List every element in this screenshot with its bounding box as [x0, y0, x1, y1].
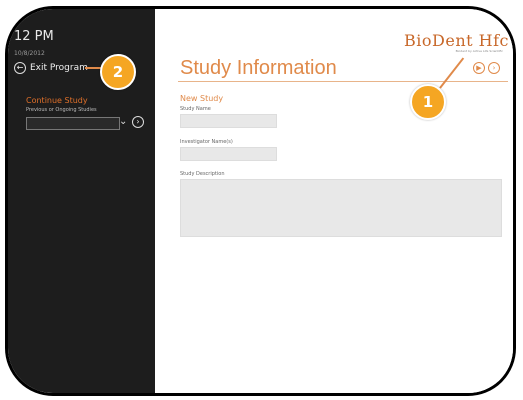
investigators-label: Investigator Name(s) — [180, 139, 233, 145]
clock-time: 12 PM — [14, 29, 54, 44]
study-name-label: Study Name — [180, 106, 211, 112]
study-description-field[interactable] — [180, 179, 502, 237]
continue-study-heading: Continue Study — [26, 96, 88, 105]
screen-frame: 12 PM 10/8/2012 ← Exit Program Continue … — [5, 6, 516, 396]
previous-studies-label: Previous or Ongoing Studies — [26, 107, 97, 113]
biodent-logo: BioDent Hfc — [404, 31, 509, 50]
next-arrow-icon[interactable]: › — [488, 62, 500, 74]
study-name-field[interactable] — [180, 114, 277, 128]
page-title: Study Information — [180, 57, 337, 79]
chevron-down-icon[interactable]: ⌄ — [119, 116, 127, 127]
study-description-label: Study Description — [180, 171, 225, 177]
logo-tagline: Biodent by Active Life Scientific — [455, 49, 503, 53]
exit-program-button[interactable]: ← Exit Program — [14, 62, 88, 74]
investigators-field[interactable] — [180, 147, 277, 161]
back-arrow-icon: ← — [14, 62, 26, 74]
callout-badge-2: 2 — [100, 54, 136, 90]
title-actions: ▶ › — [473, 62, 500, 74]
callout-badge-1: 1 — [410, 84, 446, 120]
exit-program-label: Exit Program — [30, 63, 88, 73]
main-content: BioDent Hfc Biodent by Active Life Scien… — [155, 9, 513, 393]
start-study-icon[interactable]: ▶ — [473, 62, 485, 74]
title-divider — [178, 81, 508, 82]
previous-studies-select[interactable] — [26, 117, 120, 130]
new-study-heading: New Study — [180, 94, 224, 103]
continue-arrow-icon[interactable]: › — [132, 116, 144, 128]
clock-date: 10/8/2012 — [14, 50, 45, 57]
